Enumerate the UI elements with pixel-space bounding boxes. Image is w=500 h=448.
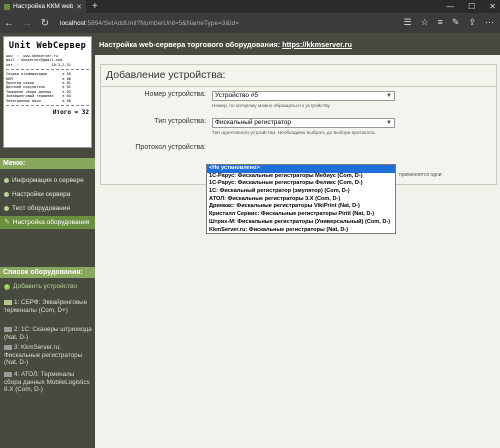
window-controls: — ☐ ✕: [446, 0, 496, 13]
form-divider: [101, 86, 496, 87]
protocol-label: Протокол устройства:: [135, 144, 206, 151]
menu-title: Меню:: [0, 158, 95, 169]
data-terminal-icon: [4, 371, 12, 377]
menu-item-server-settings[interactable]: Настройки сервера: [0, 188, 95, 201]
wrench-icon: ✎: [4, 219, 10, 226]
equipment-list-title: Список оборудования:: [0, 267, 95, 278]
device-number-select[interactable]: Устройство #5 ▼: [212, 91, 395, 101]
logo-receipt: Unit WebСервер www : www.kkmserver.ru ma…: [3, 36, 92, 148]
maximize-icon[interactable]: ☐: [468, 2, 475, 11]
protocol-option[interactable]: 1С: Фискальный регистратор (эмулятор) (C…: [207, 188, 395, 196]
share-icon[interactable]: ⇪: [468, 17, 476, 28]
new-tab-button[interactable]: +: [92, 1, 98, 12]
device-type-select[interactable]: Фискальный регистратор ▼: [212, 118, 395, 128]
device-item-2[interactable]: 2: 1С: Сканеры штрихкода (Nat, D-): [4, 326, 92, 341]
device-item-1[interactable]: 1: СБРФ: Эквайринговые терминалы (Com, D…: [4, 299, 92, 314]
receipt-total: Итого = 32: [52, 109, 89, 117]
chevron-down-icon: ▼: [386, 120, 392, 126]
address-bar[interactable]: localhost:5894/SetAddUnit?NumberUnit=5&N…: [60, 20, 239, 27]
tab-title: Настройка ККМ web-сер: [13, 3, 74, 10]
terminal-icon: [4, 299, 12, 305]
protocol-option[interactable]: Кристалл Сервис: Фискальные регистраторы…: [207, 211, 395, 219]
add-device-label: Добавить устройство: [13, 283, 78, 290]
forward-icon[interactable]: →: [18, 18, 36, 29]
protocol-option[interactable]: <Не установлено>: [207, 165, 395, 173]
menu-item-label: Настройки сервера: [12, 191, 71, 198]
browser-toolbar-icons: ☰ ☆ ≡ ✎ ⇪ ⋯: [403, 17, 494, 28]
app-area: Unit WebСервер www : www.kkmserver.ru ma…: [0, 33, 500, 448]
bullet-icon: [4, 206, 9, 211]
reading-view-icon[interactable]: ☰: [403, 17, 411, 28]
favicon-icon: [4, 3, 10, 10]
protocol-dropdown-list[interactable]: <Не установлено> 1С-Рарус: Фискальные ре…: [206, 164, 396, 234]
menu-item-label: Информация о сервере: [12, 177, 84, 184]
minimize-icon[interactable]: —: [446, 2, 454, 11]
scanner-icon: [4, 326, 12, 332]
back-icon[interactable]: ←: [0, 18, 18, 29]
protocol-option[interactable]: 1С-Рарус: Фискальные регистраторы Мебиус…: [207, 173, 395, 181]
refresh-icon[interactable]: ↻: [36, 18, 54, 29]
device-label: 4: АТОЛ: Терминалы сбора данных MobileLo…: [4, 371, 90, 393]
menu-item-label: Настройка оборудования: [12, 219, 90, 226]
receipt-divider: [6, 69, 89, 71]
bullet-icon: [4, 192, 9, 197]
device-type-label: Тип устройства:: [154, 118, 206, 125]
form-heading: Добавление устройства:: [106, 69, 226, 81]
browser-nav-bar: ← → ↻ localhost:5894/SetAddUnit?NumberUn…: [0, 13, 500, 33]
menu-item-equipment-settings[interactable]: ✎ Настройка оборудования: [0, 216, 95, 229]
device-label: 1: СБРФ: Эквайринговые терминалы (Com, D…: [4, 299, 88, 314]
more-icon[interactable]: ⋯: [485, 17, 494, 28]
device-item-3[interactable]: 3: KkmServer.ru: Фискальные регистраторы…: [4, 344, 92, 367]
menu-item-equipment-test[interactable]: Тест оборудования: [0, 202, 95, 215]
tab-close-icon[interactable]: ✕: [76, 3, 86, 11]
add-icon: +: [4, 283, 10, 290]
receipt-line: Электронные весы ≡ 06: [6, 98, 71, 103]
device-number-label: Номер устройства:: [144, 91, 207, 98]
header-title: Настройка web-сервера торгового оборудов…: [99, 40, 283, 49]
menu-item-server-info[interactable]: Информация о сервере: [0, 174, 95, 187]
device-number-value: Устройство #5: [215, 92, 259, 99]
protocol-option[interactable]: 1С-Рарус: Фискальные регистраторы Феликс…: [207, 180, 395, 188]
add-device-link[interactable]: + Добавить устройство: [4, 283, 77, 290]
bullet-icon: [4, 178, 9, 183]
protocol-option[interactable]: Штрих-М: Фискальные регистраторы (Универ…: [207, 219, 395, 227]
main-content: Добавление устройства: Номер устройства:…: [95, 55, 500, 448]
hub-icon[interactable]: ≡: [438, 17, 443, 28]
header-link[interactable]: https://kkmserver.ru: [282, 40, 352, 49]
chevron-down-icon: ▼: [386, 93, 392, 99]
page-header: Настройка web-сервера торгового оборудов…: [95, 33, 500, 55]
notes-icon[interactable]: ✎: [452, 17, 460, 28]
protocol-side-hint: применяется одни: [399, 172, 442, 178]
favorites-icon[interactable]: ☆: [421, 17, 429, 28]
close-window-icon[interactable]: ✕: [489, 2, 496, 11]
receipt-line: ver : 10.3.2.51: [6, 62, 71, 67]
device-label: 2: 1С: Сканеры штрихкода (Nat, D-): [4, 326, 92, 341]
device-number-hint: Номер, по которому можно обращаться к ус…: [212, 104, 330, 109]
url-path: :5894/SetAddUnit?NumberUnit=5&NameType=3…: [85, 19, 240, 27]
left-panel: Unit WebСервер www : www.kkmserver.ru ma…: [0, 33, 95, 448]
receipt-divider: [6, 105, 89, 107]
device-label: 3: KkmServer.ru: Фискальные регистраторы…: [4, 344, 83, 366]
device-type-hint: Тип однотипного устройства. Необходимо в…: [212, 131, 376, 136]
register-icon: [4, 344, 12, 350]
protocol-option[interactable]: Дримкас: Фискальные регистраторы VikiPri…: [207, 203, 395, 211]
browser-tab-bar: Настройка ККМ web-сер ✕ + — ☐ ✕: [0, 0, 500, 13]
protocol-option[interactable]: KkmServer.ru: Фискальные регистраторы (N…: [207, 227, 395, 235]
url-host: localhost: [60, 19, 86, 27]
device-type-value: Фискальный регистратор: [215, 119, 291, 126]
menu-item-label: Тест оборудования: [12, 205, 70, 212]
protocol-option[interactable]: АТОЛ: Фискальные регистраторы 3.X (Com, …: [207, 196, 395, 204]
device-item-4[interactable]: 4: АТОЛ: Терминалы сбора данных MobileLo…: [4, 371, 92, 394]
receipt-title: Unit WebСервер: [8, 41, 87, 51]
browser-tab[interactable]: Настройка ККМ web-сер ✕: [0, 0, 86, 13]
